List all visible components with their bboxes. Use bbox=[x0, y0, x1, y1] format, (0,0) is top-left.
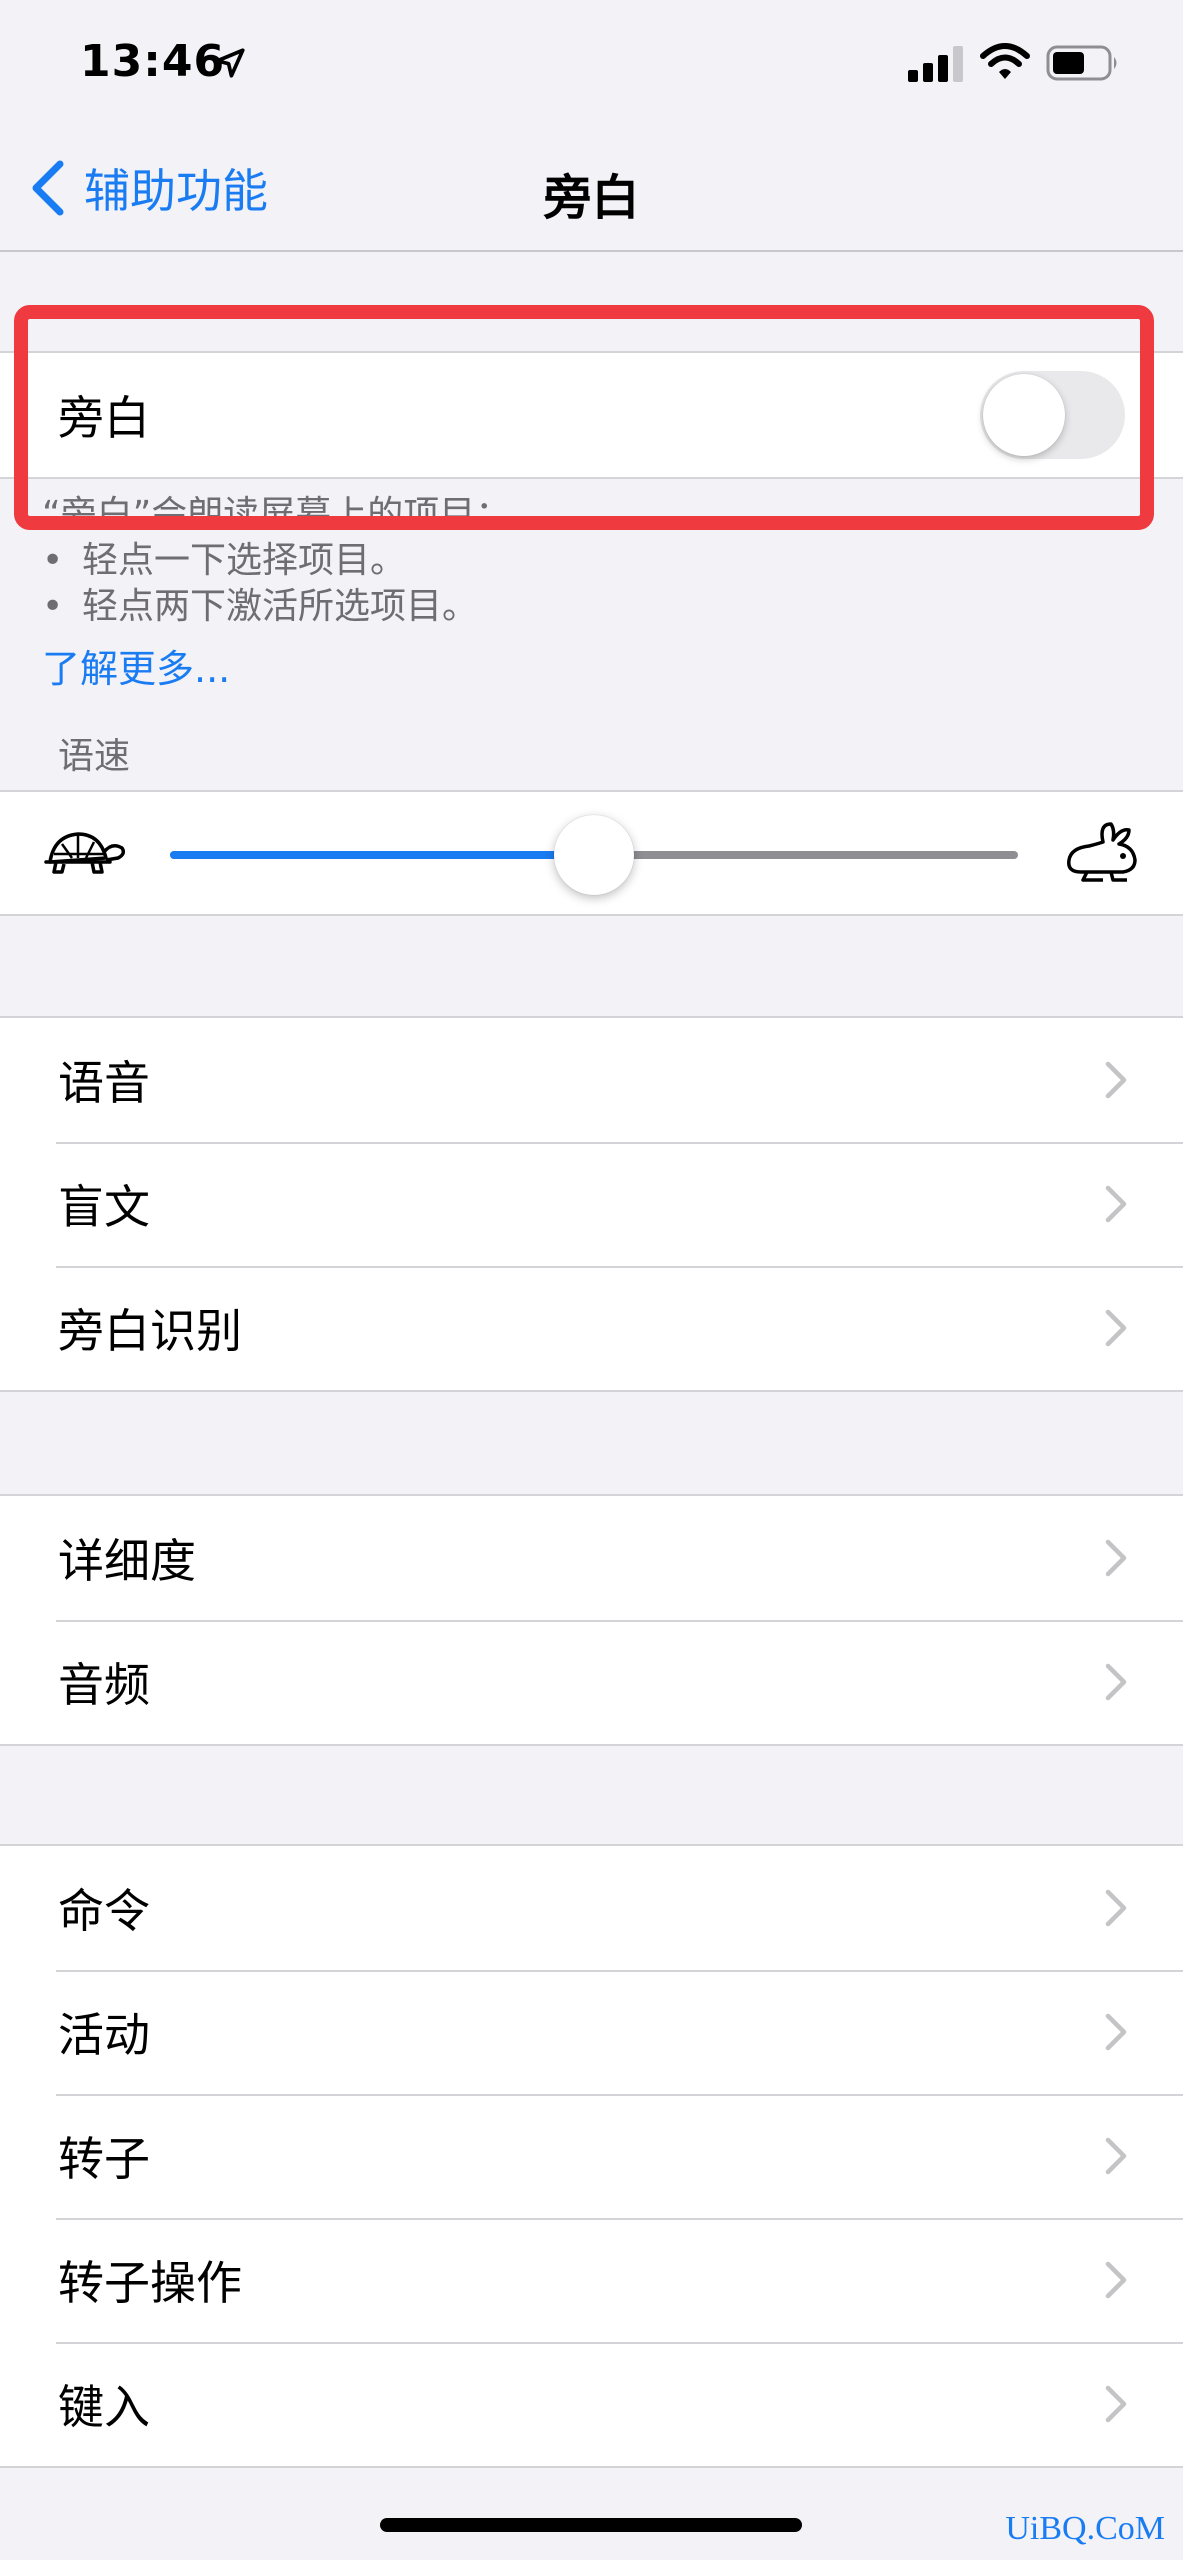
list-item-label: 盲文 bbox=[58, 1180, 150, 1234]
wifi-icon bbox=[980, 43, 1030, 79]
speech-rate-group bbox=[0, 790, 1183, 916]
description-bullet: • 轻点两下激活所选项目。 bbox=[42, 584, 1142, 630]
chevron-right-icon bbox=[1105, 2137, 1127, 2175]
voiceover-label: 旁白 bbox=[58, 391, 150, 445]
speech-rate-row bbox=[0, 792, 1183, 914]
list-item-voiceover-recognition[interactable]: 旁白识别 bbox=[0, 1266, 1183, 1390]
cellular-signal-icon bbox=[908, 46, 963, 82]
list-item-rotor-actions[interactable]: 转子操作 bbox=[0, 2218, 1183, 2342]
watermark: UiBQ.CoM bbox=[1005, 2510, 1165, 2547]
chevron-right-icon bbox=[1105, 1185, 1127, 1223]
location-arrow-icon bbox=[215, 48, 245, 78]
voiceover-switch-knob bbox=[983, 374, 1065, 456]
chevron-right-icon bbox=[1105, 2261, 1127, 2299]
rabbit-icon bbox=[1067, 822, 1137, 882]
list-item-typing[interactable]: 键入 bbox=[0, 2342, 1183, 2466]
turtle-icon bbox=[44, 832, 126, 874]
chevron-right-icon bbox=[1105, 1889, 1127, 1927]
navigation-bar: 辅助功能 旁白 bbox=[0, 130, 1183, 252]
speech-rate-slider-thumb[interactable] bbox=[554, 815, 634, 895]
chevron-right-icon bbox=[1105, 1539, 1127, 1577]
chevron-right-icon bbox=[1105, 1663, 1127, 1701]
list-item-label: 详细度 bbox=[58, 1534, 196, 1588]
list-item-audio[interactable]: 音频 bbox=[0, 1620, 1183, 1744]
list-item-label: 语音 bbox=[58, 1056, 150, 1110]
settings-group-2: 详细度 音频 bbox=[0, 1494, 1183, 1746]
description-bullet-text: 轻点一下选择项目。 bbox=[82, 540, 407, 581]
speech-rate-slider-track[interactable] bbox=[170, 815, 1018, 895]
list-item-verbosity[interactable]: 详细度 bbox=[0, 1496, 1183, 1620]
list-item-label: 活动 bbox=[58, 2008, 150, 2062]
list-item-commands[interactable]: 命令 bbox=[0, 1846, 1183, 1970]
list-item-label: 转子操作 bbox=[58, 2256, 242, 2310]
voiceover-settings-screen: 13:46 辅助功能 旁白 旁白 “旁白”会朗读屏幕上的项目： • 轻点一下选择… bbox=[0, 0, 1183, 2560]
list-item-rotor[interactable]: 转子 bbox=[0, 2094, 1183, 2218]
status-bar: 13:46 bbox=[0, 0, 1183, 130]
list-item-activities[interactable]: 活动 bbox=[0, 1970, 1183, 2094]
speech-rate-slider-fill bbox=[170, 851, 594, 859]
chevron-right-icon bbox=[1105, 1061, 1127, 1099]
voiceover-row: 旁白 bbox=[0, 353, 1183, 477]
voiceover-description-intro: “旁白”会朗读屏幕上的项目： bbox=[42, 494, 512, 535]
description-bullet-text: 轻点两下激活所选项目。 bbox=[82, 586, 479, 627]
status-time: 13:46 bbox=[80, 36, 226, 87]
settings-group-1: 语音 盲文 旁白识别 bbox=[0, 1016, 1183, 1392]
speech-rate-header: 语速 bbox=[58, 736, 131, 777]
page-title: 旁白 bbox=[543, 170, 640, 226]
list-item-label: 旁白识别 bbox=[58, 1304, 242, 1358]
voiceover-switch[interactable] bbox=[980, 371, 1125, 459]
description-bullet: • 轻点一下选择项目。 bbox=[42, 538, 1142, 584]
list-item-label: 命令 bbox=[58, 1884, 150, 1938]
settings-group-3: 命令 活动 转子 转子操作 键入 bbox=[0, 1844, 1183, 2468]
chevron-right-icon bbox=[1105, 1309, 1127, 1347]
list-item-speech[interactable]: 语音 bbox=[0, 1018, 1183, 1142]
learn-more-link[interactable]: 了解更多... bbox=[42, 638, 230, 693]
home-indicator[interactable] bbox=[380, 2518, 802, 2532]
list-item-label: 键入 bbox=[58, 2380, 150, 2434]
battery-icon bbox=[1046, 45, 1117, 81]
chevron-right-icon bbox=[1105, 2385, 1127, 2423]
chevron-right-icon bbox=[1105, 2013, 1127, 2051]
list-item-label: 转子 bbox=[58, 2132, 150, 2186]
voiceover-description: “旁白”会朗读屏幕上的项目： • 轻点一下选择项目。 • 轻点两下激活所选项目。 bbox=[42, 492, 1142, 630]
list-item-braille[interactable]: 盲文 bbox=[0, 1142, 1183, 1266]
voiceover-toggle-group: 旁白 bbox=[0, 351, 1183, 479]
list-item-label: 音频 bbox=[58, 1658, 150, 1712]
